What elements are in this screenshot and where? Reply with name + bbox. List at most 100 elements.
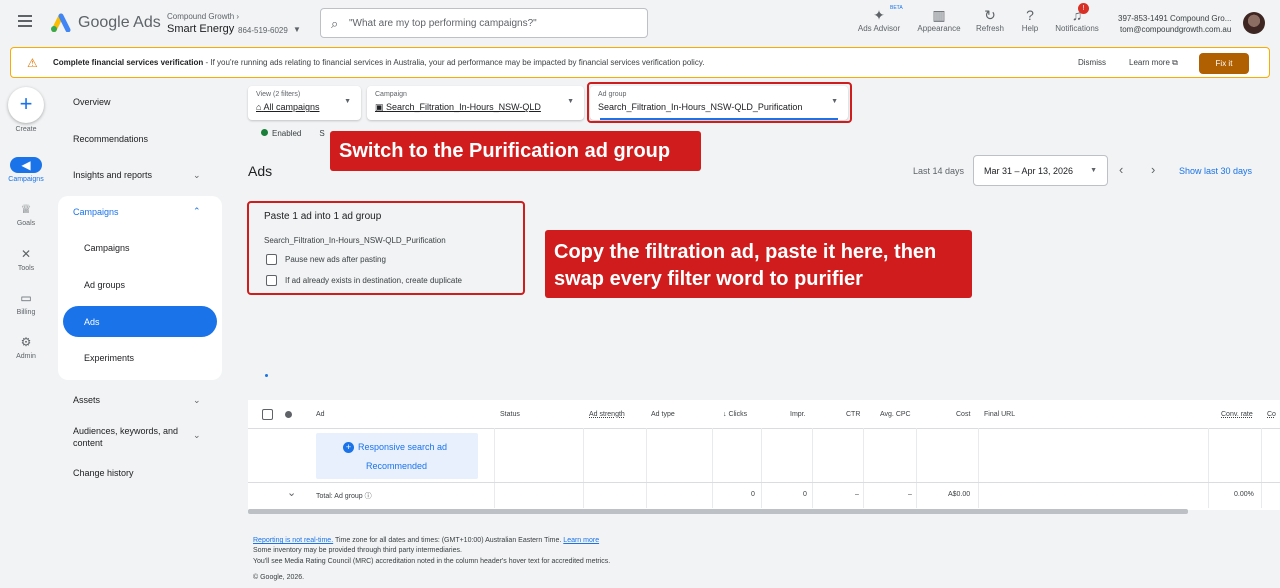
nav-audiences[interactable]: Audiences, keywords, and content <box>73 425 193 449</box>
col-clicks[interactable]: ↓ Clicks <box>723 411 747 418</box>
chevron-down-icon[interactable]: ▼ <box>293 25 301 34</box>
page-title: Ads <box>248 163 273 179</box>
search-placeholder: "What are my top performing campaigns?" <box>349 18 537 29</box>
select-all-checkbox[interactable] <box>262 409 273 420</box>
status-filter[interactable]: Enabled S <box>261 129 325 138</box>
rail-goals[interactable]: ♕ Goals <box>0 201 52 227</box>
col-ctr[interactable]: CTR <box>846 411 860 418</box>
status-dot-icon <box>285 411 292 418</box>
nav-assets[interactable]: Assets <box>73 395 100 405</box>
total-conv-rate: 0.00% <box>1234 491 1254 498</box>
nav-recommendations[interactable]: Recommendations <box>73 134 148 144</box>
external-link-icon: ⧉ <box>1172 58 1178 67</box>
col-conv-rate[interactable]: Conv. rate <box>1221 411 1253 418</box>
header-divider <box>248 428 1280 429</box>
total-impr: 0 <box>803 491 807 498</box>
loading-dot <box>265 374 268 377</box>
enabled-dot <box>261 129 268 136</box>
search-icon: ⌕ <box>331 16 339 31</box>
col-ad[interactable]: Ad <box>316 411 325 418</box>
rail-admin[interactable]: ⚙ Admin <box>0 334 52 360</box>
next-period-icon[interactable]: › <box>1151 162 1155 177</box>
nav-insights[interactable]: Insights and reports <box>73 170 152 180</box>
col-divider <box>761 428 762 508</box>
rail-billing[interactable]: ▭ Billing <box>0 290 52 316</box>
nav-overview[interactable]: Overview <box>73 97 111 107</box>
col-avg-cpc[interactable]: Avg. CPC <box>880 411 911 418</box>
trophy-icon: ♕ <box>20 202 32 216</box>
help-button[interactable]: ? Help <box>1015 6 1045 33</box>
footer-learn-more-link[interactable]: Learn more <box>563 537 599 544</box>
sparkle-icon: ✦ <box>873 7 885 23</box>
menu-icon[interactable] <box>18 15 32 27</box>
chevron-down-icon[interactable]: ⌄ <box>287 486 296 499</box>
notifications-button[interactable]: ♫ Notifications <box>1050 6 1104 33</box>
dismiss-button[interactable]: Dismiss <box>1078 58 1106 67</box>
appearance-button[interactable]: ▥ Appearance <box>912 6 966 33</box>
top-bar: Google Ads Compound Growth › Smart Energ… <box>0 0 1280 46</box>
col-more[interactable]: Co <box>1267 411 1276 418</box>
chevron-down-icon[interactable]: ⌄ <box>193 430 201 441</box>
account-email[interactable]: tom@compoundgrowth.com.au <box>1120 25 1231 34</box>
reporting-link[interactable]: Reporting is not real-time. <box>253 537 333 544</box>
refresh-button[interactable]: ↻ Refresh <box>970 6 1010 33</box>
gear-icon: ⚙ <box>20 335 32 349</box>
account-customer-id[interactable]: 397-853-1491 Compound Gro... <box>1118 14 1231 23</box>
horizontal-scrollbar[interactable] <box>248 509 1188 514</box>
plus-icon: + <box>19 91 33 116</box>
nav-campaigns[interactable]: Campaigns <box>73 207 119 217</box>
nav-sub-campaigns[interactable]: Campaigns <box>84 243 130 253</box>
account-name[interactable]: Smart Energy <box>167 23 234 35</box>
col-ad-type[interactable]: Ad type <box>651 411 675 418</box>
nav-change-history[interactable]: Change history <box>73 468 134 478</box>
rail-tools[interactable]: ✕ Tools <box>0 246 52 272</box>
col-divider <box>494 428 495 508</box>
total-label: Total: Ad group ⓘ <box>316 493 372 500</box>
notification-badge: ! <box>1078 3 1089 14</box>
learn-more-link[interactable]: Learn more ⧉ <box>1129 58 1178 68</box>
campaign-filter[interactable]: Campaign ▣ Search_Filtration_In-Hours_NS… <box>367 86 584 120</box>
col-divider <box>978 428 979 508</box>
megaphone-icon: ◀ <box>10 157 42 173</box>
avatar[interactable] <box>1243 12 1265 34</box>
col-cost[interactable]: Cost <box>956 411 970 418</box>
account-parent[interactable]: Compound Growth › <box>167 12 239 21</box>
footer-line-3: You'll see Media Rating Council (MRC) ac… <box>253 558 611 565</box>
col-divider <box>916 428 917 508</box>
rail-campaigns[interactable]: ◀ Campaigns <box>0 157 52 183</box>
chevron-down-icon[interactable]: ⌄ <box>193 170 201 181</box>
nav-sub-experiments[interactable]: Experiments <box>84 353 134 363</box>
nav-sub-ads[interactable]: Ads <box>84 317 100 327</box>
chevron-up-icon[interactable]: ⌃ <box>193 206 201 217</box>
show-last-30-days-link[interactable]: Show last 30 days <box>1179 166 1252 176</box>
col-final-url[interactable]: Final URL <box>984 411 1015 418</box>
view-filter[interactable]: View (2 filters) ⌂ All campaigns ▼ <box>248 86 361 120</box>
brand-name: Google Ads <box>78 14 161 31</box>
campaign-icon: ▣ <box>375 102 384 112</box>
tools-icon: ✕ <box>20 247 32 261</box>
date-range-picker[interactable]: Mar 31 – Apr 13, 2026 ▼ <box>973 155 1108 186</box>
responsive-search-ad-cta[interactable]: + Responsive search ad Recommended <box>316 433 478 479</box>
fix-it-button[interactable]: Fix it <box>1199 53 1249 74</box>
footer-line-1: Reporting is not real-time. Time zone fo… <box>253 537 600 544</box>
ads-table: Ad Status Ad strength Ad type ↓ Clicks I… <box>248 400 1280 510</box>
caret-down-icon: ▼ <box>344 98 351 105</box>
help-icon: ? <box>1026 7 1034 23</box>
col-impr[interactable]: Impr. <box>790 411 806 418</box>
highlight-ad-group-filter <box>587 82 852 123</box>
footer-line-2: Some inventory may be provided through t… <box>253 547 462 554</box>
ads-advisor-button[interactable]: ✦ Ads Advisor <box>852 6 906 33</box>
col-status[interactable]: Status <box>500 411 520 418</box>
date-range-label: Last 14 days <box>913 166 965 176</box>
caret-down-icon: ▼ <box>567 98 574 105</box>
search-input[interactable]: ⌕ "What are my top performing campaigns?… <box>320 8 648 38</box>
copyright: © Google, 2026. <box>253 574 305 581</box>
chevron-down-icon[interactable]: ⌄ <box>193 395 201 406</box>
previous-period-icon[interactable]: ‹ <box>1119 162 1123 177</box>
create-button[interactable]: + <box>8 87 44 123</box>
col-ad-strength[interactable]: Ad strength <box>589 411 625 418</box>
nav-sub-ad-groups[interactable]: Ad groups <box>84 280 125 290</box>
bell-icon: ♫ <box>1071 7 1083 23</box>
total-avg-cpc: – <box>908 491 912 498</box>
account-id: 864-519-6029 <box>238 26 288 35</box>
